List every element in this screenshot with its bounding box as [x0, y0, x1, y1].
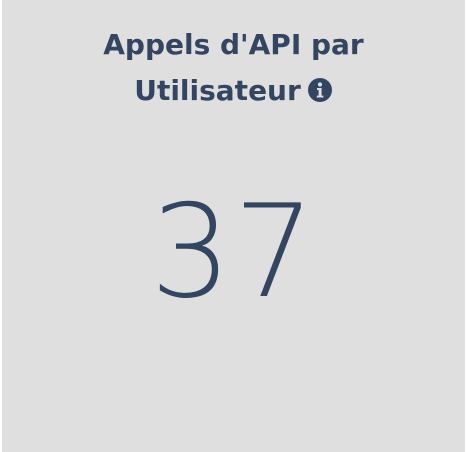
info-circle-icon[interactable]: [307, 77, 333, 103]
title-line-2: Utilisateur: [134, 74, 301, 107]
title-line-2-wrapper: Utilisateur: [2, 68, 465, 114]
metric-value: 37: [150, 178, 317, 327]
card-title: Appels d'API par Utilisateur: [2, 22, 465, 114]
title-line-1: Appels d'API par: [103, 28, 364, 61]
metric-card: Appels d'API par Utilisateur 37: [2, 0, 465, 452]
